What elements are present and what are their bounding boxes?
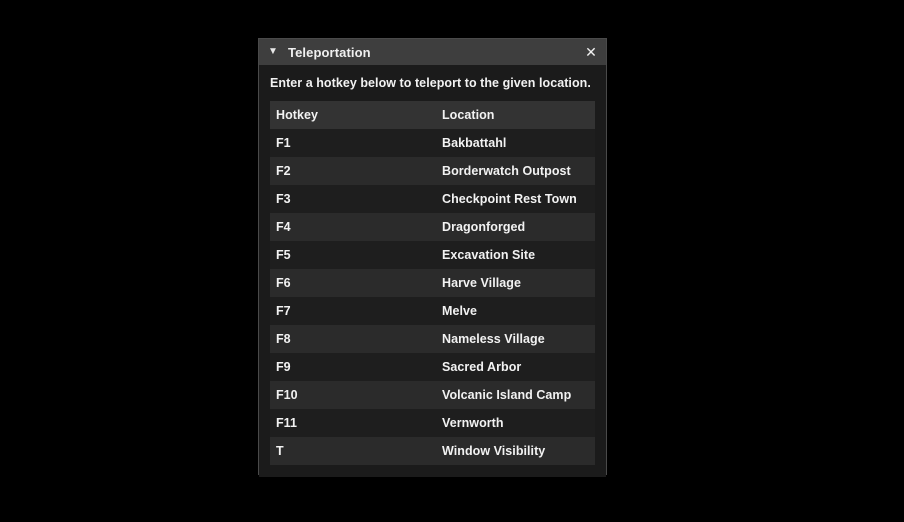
cell-location: Excavation Site [442,248,536,262]
table-header-row: Hotkey Location [270,101,595,129]
hotkey-table: Hotkey Location F1 Bakbattahl F2 Borderwatc… [270,101,595,465]
table-header: Hotkey Location [270,101,595,129]
cell-hotkey: F8 [276,332,291,346]
cell-hotkey: T [276,444,284,458]
cell-hotkey: F10 [276,388,298,402]
window-title: Teleportation [288,44,371,60]
table-row[interactable]: F8 Nameless Village [270,325,595,353]
cell-location: Window Visibility [442,444,546,458]
window-title-bar[interactable]: ▼ Teleportation ✕ [259,39,606,65]
cell-location: Vernworth [442,416,504,430]
cell-location: Nameless Village [442,332,545,346]
instruction-text: Enter a hotkey below to teleport to the … [270,76,591,90]
cell-location: Bakbattahl [442,136,507,150]
table-row[interactable]: F3 Checkpoint Rest Town [270,185,595,213]
window-body: Enter a hotkey below to teleport to the … [259,65,606,477]
table-row[interactable]: F10 Volcanic Island Camp [270,381,595,409]
cell-hotkey: F6 [276,276,291,290]
teleportation-window: ▼ Teleportation ✕ Enter a hotkey below t… [258,38,607,477]
close-icon[interactable]: ✕ [576,39,606,65]
cell-location: Checkpoint Rest Town [442,192,577,206]
cell-location: Harve Village [442,276,521,290]
table-row[interactable]: F7 Melve [270,297,595,325]
cell-location: Sacred Arbor [442,360,522,374]
cell-hotkey: F11 [276,416,297,430]
table-row[interactable]: F2 Borderwatch Outpost [270,157,595,185]
cell-hotkey: F4 [276,220,291,234]
cell-location: Borderwatch Outpost [442,164,571,178]
column-header-location: Location [442,108,495,122]
cell-hotkey: F1 [276,136,291,150]
cell-hotkey: F7 [276,304,291,318]
cell-location: Dragonforged [442,220,526,234]
table-row[interactable]: F9 Sacred Arbor [270,353,595,381]
table-row[interactable]: F4 Dragonforged [270,213,595,241]
table-row[interactable]: F11 Vernworth [270,409,595,437]
cell-hotkey: F2 [276,164,291,178]
table-row[interactable]: T Window Visibility [270,437,595,465]
table-body: F1 Bakbattahl F2 Borderwatch Outpost F3 Check… [270,129,595,465]
column-header-hotkey: Hotkey [276,108,318,122]
cell-location: Melve [442,304,477,318]
collapse-triangle-icon[interactable]: ▼ [265,44,281,60]
cell-hotkey: F9 [276,360,291,374]
table-row[interactable]: F1 Bakbattahl [270,129,595,157]
table-row[interactable]: F5 Excavation Site [270,241,595,269]
cell-hotkey: F3 [276,192,291,206]
table-row[interactable]: F6 Harve Village [270,269,595,297]
cell-hotkey: F5 [276,248,291,262]
cell-location: Volcanic Island Camp [442,388,572,402]
